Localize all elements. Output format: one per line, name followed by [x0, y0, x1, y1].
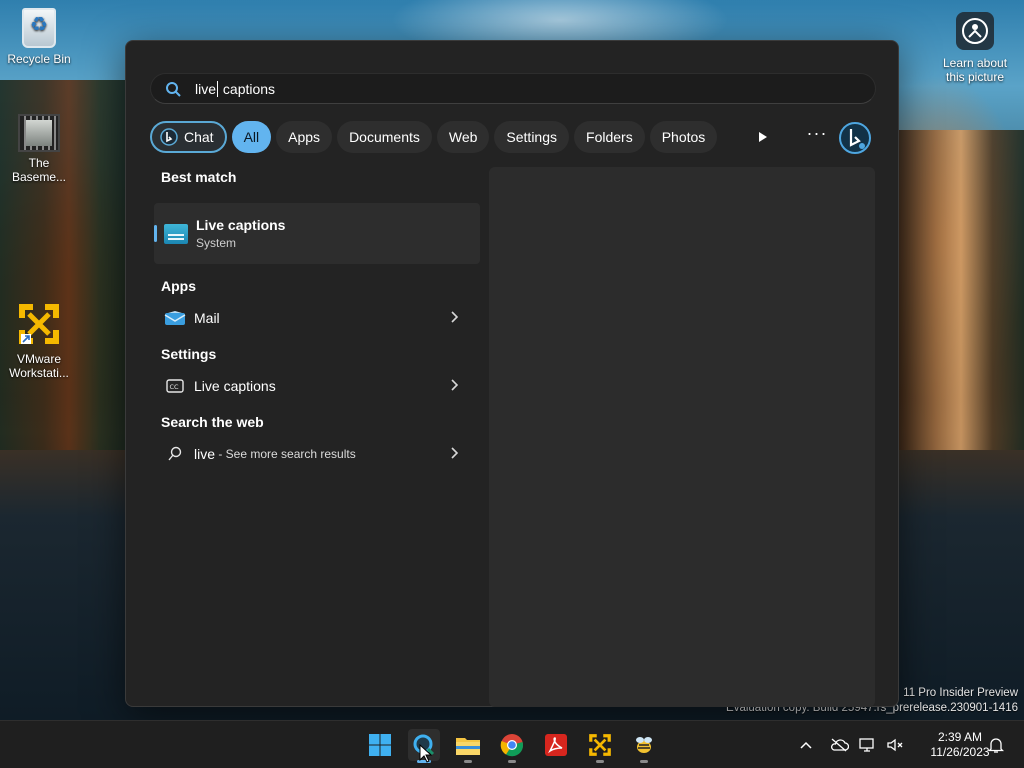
filter-documents[interactable]: Documents	[337, 121, 432, 153]
learn-about-picture[interactable]: Learn about this picture	[934, 12, 1016, 84]
wallpaper-cliff-right	[898, 130, 1024, 450]
windows-start-icon	[369, 734, 391, 756]
filter-all[interactable]: All	[231, 121, 272, 153]
search-panel: live captions Chat All Apps Documents We…	[125, 40, 899, 707]
acrobat-icon	[545, 734, 567, 756]
taskbar-bee-app[interactable]	[628, 729, 660, 763]
svg-text:CC: CC	[170, 383, 180, 391]
desktop-icon-video[interactable]: The Baseme...	[1, 114, 77, 184]
taskbar-chrome[interactable]	[496, 729, 528, 763]
best-match-item[interactable]: Live captions System	[154, 203, 480, 264]
result-live-captions-label: Live captions	[194, 378, 276, 394]
chevron-right-icon	[450, 310, 460, 327]
best-match-title: Live captions	[196, 217, 286, 233]
taskbar-file-explorer[interactable]	[452, 729, 484, 763]
vmware-icon	[15, 300, 63, 348]
bell-icon	[988, 738, 1004, 753]
chevron-right-icon	[450, 446, 460, 463]
result-live-captions-setting[interactable]: CC Live captions	[154, 366, 480, 406]
mail-icon	[164, 309, 186, 327]
chat-filter-label: Chat	[184, 129, 214, 145]
taskbar-vmware[interactable]	[584, 729, 616, 763]
search-results: Best match Live captions System Apps Mai…	[154, 169, 480, 474]
apps-header: Apps	[161, 278, 196, 294]
notifications-button[interactable]	[986, 721, 1006, 768]
cloud-offline-icon	[831, 738, 849, 752]
result-mail[interactable]: Mail	[154, 298, 480, 338]
running-indicator	[640, 760, 648, 763]
live-captions-app-icon	[164, 223, 188, 244]
search-query-end: captions	[219, 80, 276, 97]
desktop-icon-recycle-bin[interactable]: Recycle Bin	[1, 8, 77, 66]
start-button[interactable]	[364, 729, 396, 761]
mouse-pointer-icon	[419, 743, 433, 768]
filter-folders[interactable]: Folders	[574, 121, 645, 153]
file-explorer-icon	[456, 738, 480, 755]
volume-button[interactable]	[884, 721, 906, 768]
filter-photos[interactable]: Photos	[649, 121, 718, 153]
desktop-icon-label: The Baseme...	[11, 156, 67, 184]
taskbar-acrobat[interactable]	[540, 729, 572, 761]
search-web-header: Search the web	[161, 414, 264, 430]
more-options-button[interactable]: ···	[806, 124, 828, 147]
bing-button[interactable]	[838, 121, 872, 155]
settings-header: Settings	[161, 346, 217, 362]
closed-captions-icon: CC	[164, 377, 186, 395]
learn-label: Learn about this picture	[942, 56, 1008, 84]
more-filters-arrow-icon[interactable]	[754, 129, 770, 145]
taskbar: 2:39 AM 11/26/2023	[0, 720, 1024, 768]
search-query-start: live	[195, 80, 217, 97]
chevron-right-icon	[450, 378, 460, 395]
bing-chat-icon	[160, 128, 178, 146]
search-icon	[164, 445, 186, 463]
onedrive-button[interactable]	[828, 721, 850, 768]
bee-app-icon	[636, 737, 652, 753]
search-icon	[165, 81, 181, 97]
running-indicator	[464, 760, 472, 763]
result-web-search[interactable]: live - See more search results	[154, 434, 480, 474]
chrome-icon	[500, 734, 524, 757]
running-indicator	[596, 760, 604, 763]
filter-web[interactable]: Web	[436, 121, 490, 153]
search-input[interactable]: live captions	[150, 73, 876, 104]
chevron-up-icon	[800, 741, 812, 749]
web-query-suffix: - See more search results	[215, 447, 356, 461]
video-file-icon	[18, 114, 60, 152]
desktop-icon-vmware[interactable]: VMware Workstati...	[1, 300, 77, 380]
preview-pane	[489, 167, 875, 707]
network-icon	[859, 738, 874, 752]
search-filters: Chat All Apps Documents Web Settings Fol…	[150, 121, 722, 153]
network-button[interactable]	[858, 721, 878, 768]
speaker-muted-icon	[887, 738, 903, 752]
best-match-header: Best match	[161, 169, 237, 185]
desktop-icon-label: Recycle Bin	[7, 52, 71, 66]
selection-accent	[154, 225, 157, 242]
show-hidden-icons-button[interactable]	[796, 721, 816, 768]
filter-apps[interactable]: Apps	[276, 121, 333, 153]
desktop-icon-label: VMware Workstati...	[9, 352, 69, 380]
recycle-bin-icon	[22, 8, 56, 48]
web-query: live	[194, 446, 216, 462]
chat-filter-button[interactable]: Chat	[150, 121, 227, 153]
vmware-icon	[589, 734, 611, 756]
best-match-subtitle: System	[196, 236, 237, 250]
result-mail-label: Mail	[194, 310, 220, 326]
camera-info-icon	[956, 12, 994, 50]
text-caret	[217, 80, 219, 97]
running-indicator	[508, 760, 516, 763]
filter-settings[interactable]: Settings	[494, 121, 570, 153]
